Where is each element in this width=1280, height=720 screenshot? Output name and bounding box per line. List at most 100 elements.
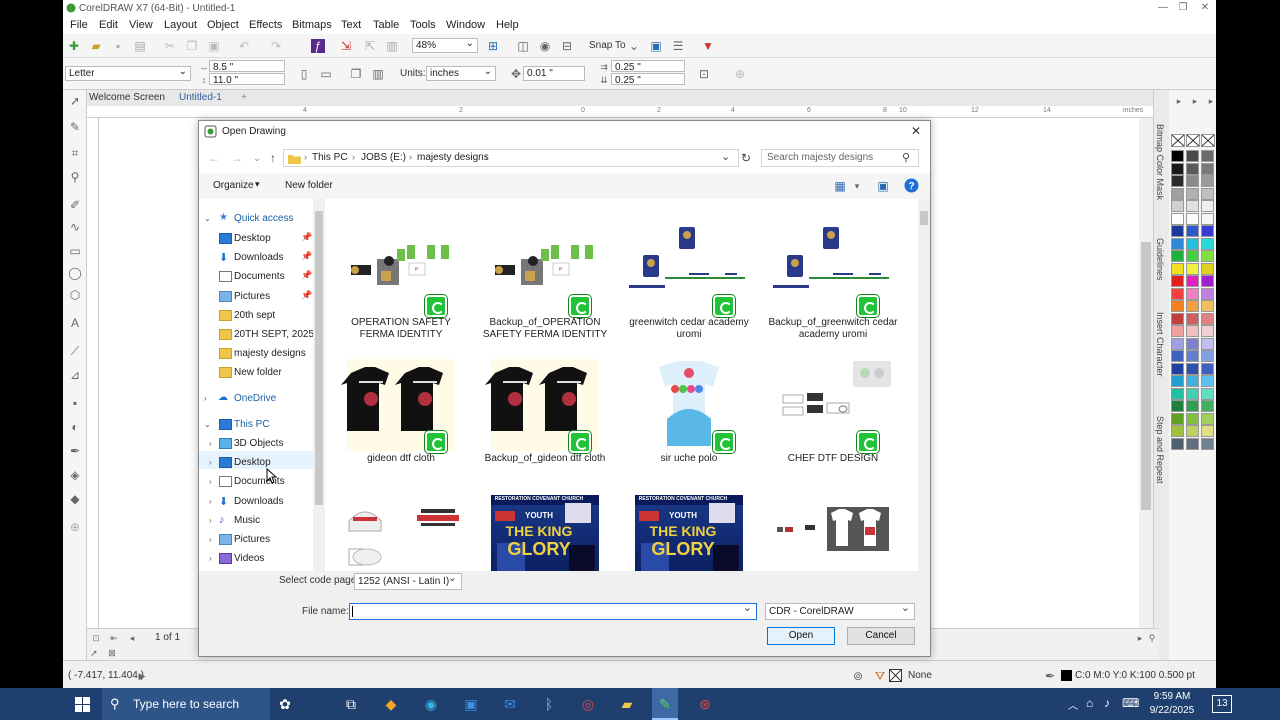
open-icon[interactable]: ▰ [89, 39, 103, 53]
color-swatch[interactable] [1186, 262, 1199, 275]
address-dropdown-icon[interactable]: ⌄ [721, 150, 730, 163]
view-options-icon[interactable]: ▦ [833, 179, 847, 193]
color-swatch[interactable] [1201, 212, 1214, 225]
menu-tools[interactable]: Tools [410, 19, 436, 31]
network-icon[interactable]: ⌂ [1086, 696, 1093, 710]
color-swatch[interactable] [1186, 187, 1199, 200]
speaker-icon[interactable]: ♪ [1104, 696, 1110, 710]
nav-onedrive[interactable]: OneDrive [234, 393, 276, 404]
color-swatch[interactable] [1201, 237, 1214, 250]
file-item[interactable]: Backup_of_greenwitch cedar academy uromi [767, 223, 899, 355]
polygon-tool-icon[interactable]: ⬡ [68, 288, 82, 302]
color-swatch[interactable] [1171, 362, 1184, 375]
transparency-tool-icon[interactable]: ◐ [68, 420, 82, 434]
clock-time[interactable]: 9:59 AM [1144, 691, 1200, 702]
outlook-icon[interactable]: ✉ [497, 692, 523, 716]
nav-item-pc-music[interactable]: Music [234, 515, 260, 526]
file-explorer-icon[interactable]: ▰ [614, 692, 640, 716]
file-item[interactable]: CHEF DTF DESIGN [767, 359, 899, 491]
file-item[interactable]: RESTORATION COVENANT CHURCH YOUTH THE KING… [479, 495, 611, 571]
crop-tool-icon[interactable]: ⌗ [68, 146, 82, 160]
no-color-swatch-icon[interactable] [1171, 134, 1216, 148]
color-swatch[interactable] [1186, 325, 1199, 337]
expand-pc-videos-icon[interactable]: › [209, 554, 212, 563]
color-swatch[interactable] [1201, 275, 1214, 287]
duplicate-x-field[interactable]: 0.25 " [611, 60, 685, 73]
nav-item-pc-pictures[interactable]: Pictures [234, 534, 270, 545]
expand-pc-downloads-icon[interactable]: › [209, 497, 212, 506]
previous-page-icon[interactable]: ◂ [125, 631, 139, 645]
color-swatch[interactable] [1171, 300, 1184, 312]
color-swatch[interactable] [1201, 175, 1214, 187]
current-page-icon[interactable]: ▥ [371, 67, 385, 81]
canvas-vertical-scrollbar[interactable] [1139, 118, 1153, 628]
cut-icon[interactable]: ✂ [163, 39, 177, 53]
options-icon[interactable]: ☰ [671, 39, 685, 53]
color-swatch[interactable] [1186, 400, 1199, 412]
nav-item-pc-downloads[interactable]: Downloads [234, 496, 283, 507]
color-swatch[interactable] [1201, 187, 1214, 200]
coreldraw-taskbar-icon[interactable]: ✎ [652, 688, 678, 720]
shape-tool-icon[interactable]: ✎ [68, 120, 82, 134]
menu-file[interactable]: File [70, 19, 88, 31]
close-button[interactable]: ✕ [1195, 2, 1215, 13]
pin-icon[interactable]: 📌 [301, 232, 312, 243]
color-swatch[interactable] [1186, 212, 1199, 225]
color-swatch[interactable] [1201, 262, 1214, 275]
welcome-screen-icon[interactable]: ▣ [649, 39, 663, 53]
restore-button[interactable]: ❐ [1173, 2, 1193, 13]
nav-item-desktop[interactable]: Desktop [234, 233, 271, 244]
breadcrumb-this-pc[interactable]: This PC [312, 152, 348, 163]
color-swatch[interactable] [1171, 437, 1184, 450]
expand-pc-music-icon[interactable]: › [209, 516, 212, 525]
nav-this-pc[interactable]: This PC [234, 419, 270, 430]
color-swatch[interactable] [1186, 300, 1199, 312]
import-icon[interactable]: ⇲ [339, 39, 353, 53]
expand-this-pc-icon[interactable]: ⌄ [204, 420, 211, 429]
color-swatch[interactable] [1171, 250, 1184, 262]
color-swatch[interactable] [1171, 400, 1184, 412]
up-arrow-icon[interactable]: ↑ [266, 151, 280, 165]
nav-quick-access[interactable]: Quick access [234, 213, 293, 224]
quick-customize-icon[interactable]: ⊡ [697, 67, 711, 81]
file-item[interactable] [767, 495, 899, 571]
breadcrumb-majesty-designs[interactable]: majesty designs [417, 152, 489, 163]
store-icon[interactable]: ▣ [458, 692, 484, 716]
palette-arrow-icon[interactable]: ▸ [1204, 94, 1216, 108]
color-swatch[interactable] [1201, 425, 1214, 437]
color-swatch[interactable] [1171, 375, 1184, 387]
color-swatch[interactable] [1171, 200, 1184, 212]
task-view-icon[interactable]: ⧉ [338, 692, 364, 716]
color-swatch[interactable] [1171, 287, 1184, 300]
docker-insert-character[interactable]: Insert Character [1155, 312, 1165, 377]
color-swatch[interactable] [1201, 325, 1214, 337]
navigator-icon[interactable]: ⊠ [105, 646, 119, 660]
color-swatch[interactable] [1186, 200, 1199, 212]
dialog-close-icon[interactable]: ✕ [911, 124, 921, 138]
breadcrumb-jobs-drive[interactable]: JOBS (E:) [361, 152, 406, 163]
artistic-media-icon[interactable]: ∿ [68, 220, 82, 234]
scrollbar-thumb[interactable] [315, 211, 323, 505]
drop-shadow-tool-icon[interactable]: ▪ [68, 396, 82, 410]
color-swatch[interactable] [1201, 375, 1214, 387]
expand-pc-pictures-icon[interactable]: › [209, 535, 212, 544]
docker-guidelines[interactable]: Guidelines [1155, 238, 1165, 281]
save-icon[interactable]: ▪ [111, 39, 125, 53]
color-swatch[interactable] [1201, 437, 1214, 450]
palette-arrow-icon[interactable]: ▸ [1188, 94, 1202, 108]
text-tool-icon[interactable]: A [68, 316, 82, 330]
bluetooth-icon[interactable]: ᛒ [536, 692, 562, 716]
preview-pane-icon[interactable]: ▣ [876, 179, 890, 193]
menu-edit[interactable]: Edit [99, 19, 118, 31]
menu-effects[interactable]: Effects [249, 19, 282, 31]
export-icon[interactable]: ⇱ [363, 39, 377, 53]
color-swatch[interactable] [1201, 350, 1214, 362]
all-pages-icon[interactable]: ❐ [349, 67, 363, 81]
nav-item-20th-sept[interactable]: 20th sept [234, 310, 275, 321]
document-color-settings-icon[interactable]: ⊚ [851, 669, 865, 683]
refresh-icon[interactable]: ↻ [739, 151, 753, 165]
menu-text[interactable]: Text [341, 19, 361, 31]
nav-item-majesty-designs[interactable]: majesty designs [234, 348, 306, 359]
nav-item-pictures[interactable]: Pictures [234, 291, 270, 302]
menu-bitmaps[interactable]: Bitmaps [292, 19, 332, 31]
